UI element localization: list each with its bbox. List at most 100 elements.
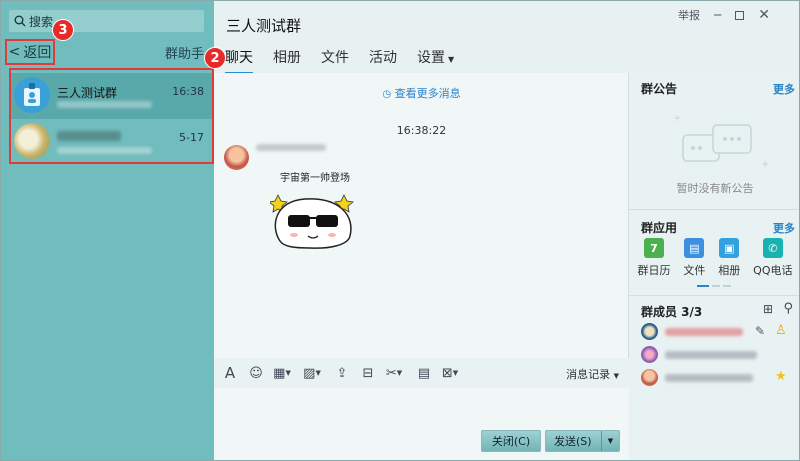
svg-text:+: + bbox=[761, 159, 769, 170]
chat-main: ◷ 查看更多消息 16:38:22 宇宙第一帅登场 A ☺ ▦ ▼ ▨ ▼ ⇪ … bbox=[214, 73, 629, 460]
close-icon[interactable]: ✕ bbox=[758, 7, 770, 23]
font-icon[interactable]: A bbox=[222, 364, 238, 382]
app-label: 文件 bbox=[683, 264, 706, 277]
tab-settings[interactable]: 设置 ▼ bbox=[417, 47, 454, 74]
notice-empty-text: 暂时没有新公告 bbox=[676, 182, 754, 195]
notice-title: 群公告 bbox=[641, 82, 678, 96]
chat-item[interactable]: 5-17 bbox=[11, 119, 212, 165]
tab-activity[interactable]: 活动 bbox=[369, 47, 397, 74]
close-button[interactable]: 关闭(C) bbox=[481, 430, 541, 452]
member-row[interactable]: ✎ ♙ bbox=[641, 323, 796, 343]
member-row[interactable]: ★ bbox=[641, 369, 796, 389]
app-qq-call[interactable]: ✆ QQ电话 bbox=[753, 238, 793, 278]
clock-icon: ◷ bbox=[382, 89, 392, 100]
chat-avatar bbox=[14, 123, 50, 159]
member-row[interactable] bbox=[641, 346, 796, 366]
member-avatar bbox=[641, 369, 658, 386]
image-icon[interactable]: ▨ ▼ bbox=[303, 365, 321, 381]
member-name-blurred bbox=[665, 328, 743, 336]
group-helper-button[interactable]: 群助手 bbox=[165, 43, 204, 62]
phone-icon: ✆ bbox=[762, 238, 783, 258]
maximize-icon[interactable] bbox=[735, 10, 745, 20]
chat-list: 三人测试群 16:38 5-17 bbox=[9, 68, 214, 164]
qq-group-chat-window: 搜索 < 返回 3 群助手 三人测试群 16:38 5-17 三人测试群 聊天 … bbox=[0, 0, 800, 461]
tab-settings-label: 设置 bbox=[417, 50, 445, 66]
apps-more-link[interactable]: 更多 bbox=[773, 220, 795, 236]
app-album[interactable]: ▣ 相册 bbox=[718, 238, 740, 278]
notice-more-link[interactable]: 更多 bbox=[773, 81, 795, 97]
more-messages-link[interactable]: ◷ 查看更多消息 bbox=[214, 85, 629, 101]
search-box[interactable]: 搜索 bbox=[9, 10, 204, 32]
report-button[interactable]: 举报 bbox=[678, 7, 700, 23]
message-history-button[interactable]: 消息记录 ▼ bbox=[566, 366, 619, 382]
send-button[interactable]: 发送(S) ▼ bbox=[545, 430, 620, 452]
app-label: 群日历 bbox=[637, 264, 671, 277]
redpacket-icon[interactable]: ⊟ bbox=[360, 365, 376, 381]
group-badge-icon bbox=[24, 83, 40, 106]
caret-down-icon: ▼ bbox=[448, 55, 455, 64]
back-button[interactable]: < 返回 bbox=[5, 39, 55, 65]
tab-chat[interactable]: 聊天 bbox=[225, 47, 253, 74]
back-label: 返回 bbox=[23, 45, 52, 61]
scissors-icon[interactable]: ✂ ▼ bbox=[386, 365, 402, 381]
conversation-panel: 搜索 < 返回 3 群助手 三人测试群 16:38 5-17 bbox=[1, 1, 214, 460]
member-avatar bbox=[641, 346, 658, 363]
svg-text:+: + bbox=[673, 113, 681, 124]
chat-tabs: 聊天 相册 文件 活动 设置 ▼ bbox=[225, 47, 474, 74]
screenshot-icon[interactable]: ⊠ ▼ bbox=[442, 365, 458, 381]
sender-name-blurred bbox=[256, 144, 326, 151]
minimize-icon[interactable]: ─ bbox=[714, 8, 721, 22]
group-sidebar: 群公告 更多 + + 暂时没有新公告 群应用 更多 7 群日历 ▤ 文件 ▣ 相 bbox=[629, 73, 799, 460]
search-members-icon[interactable]: ⚲ bbox=[783, 301, 793, 316]
chat-item-selected[interactable]: 三人测试群 16:38 bbox=[11, 73, 212, 119]
chevron-left-icon: < bbox=[8, 44, 21, 60]
member-avatar bbox=[641, 323, 658, 340]
app-calendar[interactable]: 7 群日历 bbox=[637, 238, 670, 278]
chat-name: 三人测试群 bbox=[57, 86, 118, 100]
more-messages-label: 查看更多消息 bbox=[394, 87, 461, 100]
edit-icon[interactable]: ✎ bbox=[755, 324, 765, 338]
emoji-icon[interactable]: ☺ bbox=[248, 365, 264, 381]
admin-star-icon: ★ bbox=[775, 369, 787, 384]
message-timestamp: 16:38:22 bbox=[396, 124, 447, 137]
step-badge-3: 3 bbox=[52, 19, 74, 41]
message-area: ◷ 查看更多消息 16:38:22 宇宙第一帅登场 bbox=[214, 73, 629, 358]
search-label: 搜索 bbox=[29, 14, 54, 29]
send-options-icon[interactable]: ▼ bbox=[601, 431, 619, 451]
apps-title: 群应用 bbox=[641, 221, 678, 235]
apps-pager bbox=[697, 285, 731, 287]
search-icon bbox=[14, 15, 26, 27]
sticker-message[interactable]: 宇宙第一帅登场 bbox=[270, 169, 360, 249]
step-badge-2: 2 bbox=[204, 47, 226, 69]
window-controls: 举报 ─ ✕ bbox=[678, 7, 770, 23]
history-label: 消息记录 bbox=[566, 368, 611, 381]
divider bbox=[629, 209, 799, 210]
chat-name-blurred bbox=[57, 130, 121, 144]
tab-files[interactable]: 文件 bbox=[321, 47, 349, 74]
member-name-blurred bbox=[665, 351, 757, 359]
chat-time: 16:38 bbox=[172, 85, 204, 98]
members-title: 群成员 3/3 bbox=[641, 305, 703, 319]
empty-notice-icon: + + bbox=[673, 113, 769, 170]
upload-icon[interactable]: ⇪ bbox=[334, 365, 350, 381]
app-files[interactable]: ▤ 文件 bbox=[683, 238, 705, 278]
folder-icon: ▤ bbox=[684, 238, 705, 258]
gift-icon[interactable]: ▦ ▼ bbox=[273, 365, 291, 381]
group-avatar bbox=[14, 77, 50, 113]
group-apps: 7 群日历 ▤ 文件 ▣ 相册 ✆ QQ电话 bbox=[629, 238, 799, 278]
send-label: 发送(S) bbox=[554, 435, 592, 448]
sender-avatar[interactable] bbox=[224, 145, 249, 170]
calendar-icon: 7 bbox=[643, 238, 664, 258]
sticker-image bbox=[270, 194, 354, 249]
chat-time: 5-17 bbox=[179, 131, 204, 144]
group-title: 三人测试群 bbox=[226, 17, 302, 35]
chat-preview-blurred bbox=[57, 101, 152, 108]
photo-icon: ▣ bbox=[719, 238, 740, 258]
app-label: 相册 bbox=[718, 264, 741, 277]
chat-preview-blurred bbox=[57, 147, 152, 154]
invite-member-icon[interactable]: ⊞ bbox=[763, 302, 773, 316]
caret-down-icon: ▼ bbox=[613, 372, 619, 380]
tab-album[interactable]: 相册 bbox=[273, 47, 301, 74]
folder-icon[interactable]: ▤ bbox=[416, 365, 432, 381]
owner-icon: ♙ bbox=[775, 323, 787, 338]
